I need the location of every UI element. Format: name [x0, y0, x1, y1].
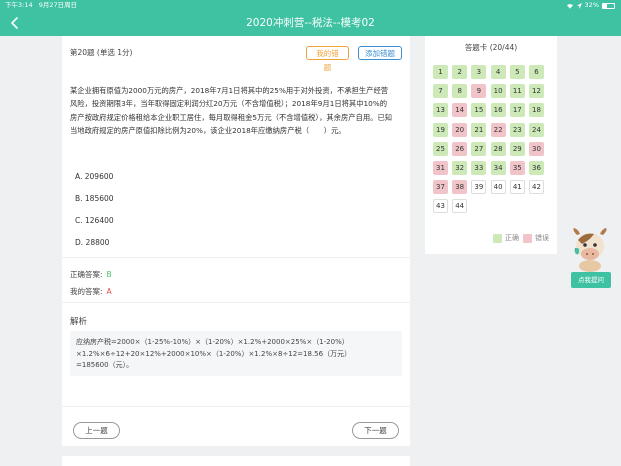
- answer-sheet-item-31[interactable]: 31: [433, 161, 448, 175]
- answer-sheet-item-39[interactable]: 39: [471, 180, 487, 195]
- my-answer-row: 我的答案: A: [70, 286, 112, 297]
- battery-level-fill: [603, 3, 607, 8]
- answer-sheet-item-28[interactable]: 28: [490, 141, 506, 156]
- answer-sheet-item-13[interactable]: 13: [433, 103, 448, 118]
- answer-sheet-item-24[interactable]: 24: [529, 122, 544, 137]
- answer-sheet-item-26[interactable]: 26: [452, 141, 468, 156]
- question-stem: 某企业拥有原值为2000万元的房产，2018年7月1日将其中的25%用于对外投资…: [70, 86, 393, 136]
- answer-sheet-item-11[interactable]: 11: [509, 84, 525, 99]
- answer-sheet-item-36[interactable]: 36: [529, 161, 544, 175]
- answer-sheet-item-33[interactable]: 33: [471, 161, 487, 175]
- location-icon: [576, 2, 582, 9]
- answer-sheet-item-15[interactable]: 15: [471, 103, 487, 118]
- divider: [62, 302, 410, 303]
- my-wrong-questions-button[interactable]: 我的错题: [306, 46, 349, 72]
- analysis-line: ×1.2%×6÷12+20×12%+2000×10%×（1-20%）×1.2%×…: [76, 349, 352, 358]
- answer-sheet-item-40[interactable]: 40: [490, 180, 506, 195]
- option-c[interactable]: C. 126400: [75, 216, 114, 225]
- answer-sheet-item-43[interactable]: 43: [433, 199, 448, 214]
- answer-sheet-item-10[interactable]: 10: [490, 84, 506, 99]
- legend-wrong-label: 错误: [535, 234, 549, 242]
- answer-sheet-item-19[interactable]: 19: [433, 122, 448, 137]
- answer-sheet-item-27[interactable]: 27: [471, 141, 487, 156]
- correct-answer-value: B: [106, 270, 112, 279]
- cow-mascot-icon[interactable]: [570, 226, 610, 272]
- answer-sheet-item-14[interactable]: 14: [452, 103, 468, 118]
- answer-sheet-item-17[interactable]: 17: [509, 103, 525, 118]
- answer-sheet-item-5[interactable]: 5: [509, 65, 525, 79]
- legend-wrong: 错误: [523, 233, 549, 243]
- status-time: 下午3:14: [5, 1, 33, 9]
- status-bar: 下午3:14 9月27日周日 32%: [0, 0, 621, 11]
- page-title: 2020冲刺营--税法--模考02: [246, 17, 375, 29]
- answer-sheet-item-38[interactable]: 38: [452, 180, 468, 195]
- option-b[interactable]: B. 185600: [75, 194, 114, 203]
- answer-sheet-item-1[interactable]: 1: [433, 65, 448, 79]
- answer-sheet-item-35[interactable]: 35: [509, 161, 525, 175]
- answer-sheet-item-4[interactable]: 4: [490, 65, 506, 79]
- answer-sheet-item-32[interactable]: 32: [452, 161, 468, 175]
- divider: [62, 406, 410, 407]
- option-d[interactable]: D. 28800: [75, 238, 109, 247]
- analysis-title: 解析: [70, 317, 88, 327]
- my-answer-label: 我的答案:: [70, 287, 103, 296]
- answer-sheet-item-37[interactable]: 37: [433, 180, 448, 195]
- battery-icon: [602, 2, 615, 9]
- answer-sheet-item-9[interactable]: 9: [471, 84, 487, 99]
- answer-sheet-item-30[interactable]: 30: [529, 141, 544, 156]
- question-card: 第20题 (单选 1分) 我的错题 添加错题 某企业拥有原值为2000万元的房产…: [62, 36, 410, 446]
- answer-sheet-item-34[interactable]: 34: [490, 161, 506, 175]
- next-question-button[interactable]: 下一题: [352, 422, 399, 439]
- answer-sheet-item-25[interactable]: 25: [433, 141, 448, 156]
- add-wrong-question-button[interactable]: 添加错题: [358, 46, 402, 60]
- answer-sheet-item-21[interactable]: 21: [471, 122, 487, 137]
- my-answer-value: A: [106, 287, 112, 296]
- answer-sheet-item-6[interactable]: 6: [529, 65, 544, 79]
- legend-correct-label: 正确: [505, 234, 519, 242]
- answer-sheet-item-8[interactable]: 8: [452, 84, 468, 99]
- nav-bar: 2020冲刺营--税法--模考02: [0, 11, 621, 36]
- answer-sheet-item-29[interactable]: 29: [509, 141, 525, 156]
- correct-answer-label: 正确答案:: [70, 270, 103, 279]
- answer-sheet: 答题卡 (20/44) 1 2 3 4 5 6 7 8 9 10 11 12 13 14 15 16 17 18 1…: [425, 36, 557, 254]
- status-date: 9月27日周日: [38, 1, 78, 9]
- answer-sheet-item-16[interactable]: 16: [490, 103, 506, 118]
- answer-sheet-title: 答题卡 (20/44): [464, 43, 518, 52]
- wifi-icon: [566, 3, 573, 9]
- analysis-line: 应纳房产税=2000×（1-25%-10%）×（1-20%）×1.2%+2000…: [76, 338, 349, 346]
- answer-sheet-item-3[interactable]: 3: [471, 65, 487, 79]
- next-card-peek: [62, 456, 410, 466]
- analysis-box: 应纳房产税=2000×（1-25%-10%）×（1-20%）×1.2%+2000…: [70, 331, 402, 376]
- legend-correct-swatch: [493, 233, 502, 243]
- answer-sheet-item-41[interactable]: 41: [509, 180, 525, 195]
- answer-sheet-item-22[interactable]: 22: [490, 122, 506, 137]
- divider: [62, 257, 410, 258]
- prev-question-button[interactable]: 上一题: [73, 422, 120, 439]
- analysis-line: =185600（元）。: [76, 361, 134, 369]
- answer-sheet-item-42[interactable]: 42: [529, 180, 544, 195]
- answer-sheet-item-23[interactable]: 23: [509, 122, 525, 137]
- legend-wrong-swatch: [523, 233, 532, 243]
- legend-correct: 正确: [493, 233, 519, 243]
- answer-sheet-item-20[interactable]: 20: [452, 122, 468, 137]
- option-a[interactable]: A. 209600: [75, 172, 113, 181]
- correct-answer-row: 正确答案: B: [70, 269, 112, 280]
- question-header: 第20题 (单选 1分): [70, 48, 133, 57]
- answer-sheet-item-18[interactable]: 18: [529, 103, 544, 118]
- answer-sheet-item-12[interactable]: 12: [529, 84, 544, 99]
- battery-percent: 32%: [584, 1, 599, 9]
- answer-sheet-item-44[interactable]: 44: [452, 199, 468, 214]
- answer-sheet-item-2[interactable]: 2: [452, 65, 468, 79]
- answer-sheet-item-7[interactable]: 7: [433, 84, 448, 99]
- ask-question-button[interactable]: 点我提问: [571, 272, 611, 288]
